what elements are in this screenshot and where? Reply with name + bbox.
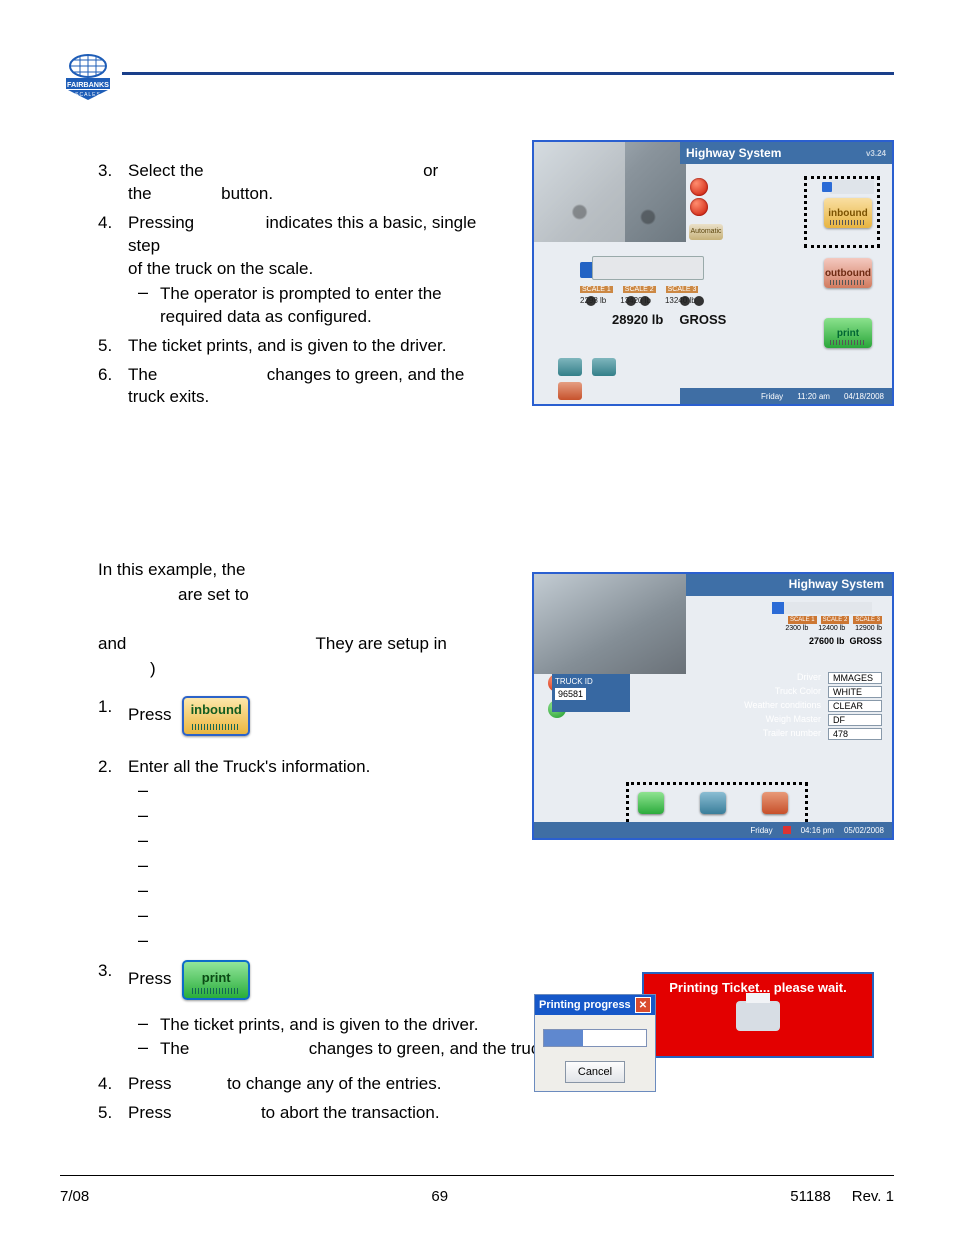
footer-date: 7/08 [60, 1188, 89, 1205]
press-inbound-step: Press inbound [128, 705, 250, 724]
page-header: FAIRBANKS SCALES [60, 50, 894, 110]
page-number: 69 [431, 1188, 448, 1205]
step6-line: The changes to green, and the truck exit… [128, 365, 464, 407]
step4-bullet: The operator is prompted to enter the re… [138, 283, 498, 329]
weather-field[interactable]: CLEAR [828, 700, 882, 712]
blank-bullet [138, 931, 598, 954]
truck-photo [534, 142, 686, 242]
step5-line: The ticket prints, and is given to the d… [128, 336, 446, 355]
upper-right-readout: SCALE 1 SCALE 2 SCALE 3 2300 lb 12400 lb… [762, 602, 882, 646]
printing-banner: Printing Ticket... please wait. [642, 972, 874, 1058]
blank-bullet [138, 831, 598, 854]
doc-id-rev: 51188 Rev. 1 [790, 1188, 894, 1205]
fairbanks-logo: FAIRBANKS SCALES [60, 50, 116, 106]
close-icon[interactable]: ✕ [635, 997, 651, 1013]
print-button[interactable]: print [182, 960, 250, 1000]
progress-bar [543, 1029, 647, 1047]
header-rule [122, 72, 894, 75]
step3-line: Select the or the button. [128, 161, 438, 203]
svg-text:SCALES: SCALES [75, 92, 101, 98]
figure-1-highway-gross: FB3000 Highway System v3.24 Automatic in… [532, 140, 894, 406]
print-button[interactable]: print [824, 318, 872, 348]
stop-light-icon [690, 198, 708, 216]
weigh-master-field[interactable]: DF [828, 714, 882, 726]
section2-list: 1. Press inbound 2. Enter all the Truck'… [98, 696, 598, 1131]
gross-readout: 28920 lb GROSS [612, 312, 726, 327]
small-teal-button[interactable] [558, 358, 582, 376]
weigh-truck-graphic: SCALE 1 SCALE 2 SCALE 3 2298 lb 13420 lb… [580, 256, 750, 302]
small-red-button[interactable] [558, 382, 582, 400]
cancel-button[interactable] [762, 792, 788, 814]
mini-truck-icon [830, 180, 874, 194]
automatic-label: Automatic [689, 224, 723, 240]
printer-icon [736, 1001, 780, 1031]
inbound-button[interactable]: inbound [182, 696, 250, 736]
cancel-button[interactable]: Cancel [565, 1061, 625, 1083]
truck-id-value: 96581 [555, 688, 586, 700]
section2-intro: In this example, the are set to and They… [98, 558, 518, 681]
svg-text:FAIRBANKS: FAIRBANKS [67, 80, 109, 89]
blank-bullet [138, 881, 598, 904]
trailer-number-field[interactable]: 478 [828, 728, 882, 740]
truck-photo [534, 574, 686, 674]
accept-button[interactable] [638, 792, 664, 814]
truck-id-box: TRUCK ID 96581 [552, 674, 630, 712]
blank-bullet [138, 856, 598, 879]
status-bar: Friday 11:20 am 04/18/2008 [680, 388, 892, 404]
print-result-bullet: The ticket prints, and is given to the d… [138, 1014, 598, 1037]
status-bar: Friday 04:16 pm 05/02/2008 [534, 822, 892, 838]
press-print-step: Press print [128, 969, 250, 988]
truck-data-fields: DriverMMAGES Truck ColorWHITE Weather co… [713, 672, 882, 742]
stop-light-icon [690, 178, 708, 196]
enter-truck-info-step: Enter all the Truck's information. [128, 757, 370, 776]
driver-field[interactable]: MMAGES [828, 672, 882, 684]
blank-bullet [138, 906, 598, 929]
press-change-step: Press to change any of the entries. [128, 1074, 441, 1093]
printing-progress-dialog: Printing progress ✕ Cancel [534, 994, 656, 1092]
section1-text: 3. Select the or the button. 4. Pressing [98, 160, 498, 415]
press-abort-step: Press to abort the transaction. [128, 1103, 440, 1122]
title-bar: Highway System v3.24 [680, 142, 892, 164]
blank-bullet [138, 781, 598, 804]
step4-line: Pressing indicates this a basic, single … [128, 213, 476, 278]
figure-3-printing: Printing Ticket... please wait. Printing… [534, 972, 874, 1096]
blank-bullet [138, 806, 598, 829]
page-footer: 7/08 69 51188 Rev. 1 [60, 1175, 894, 1205]
truck-color-field[interactable]: WHITE [828, 686, 882, 698]
figure-2-highway-data: FB3000 Highway System SCALE 1 SCALE 2 SC… [532, 572, 894, 840]
outbound-button[interactable]: outbound [824, 258, 872, 288]
small-teal-button[interactable] [592, 358, 616, 376]
edit-button[interactable] [700, 792, 726, 814]
inbound-button[interactable]: inbound [824, 198, 872, 228]
dialog-title: Printing progress [539, 999, 631, 1011]
light-green-bullet: The changes to green, and the truck exit… [138, 1038, 598, 1061]
